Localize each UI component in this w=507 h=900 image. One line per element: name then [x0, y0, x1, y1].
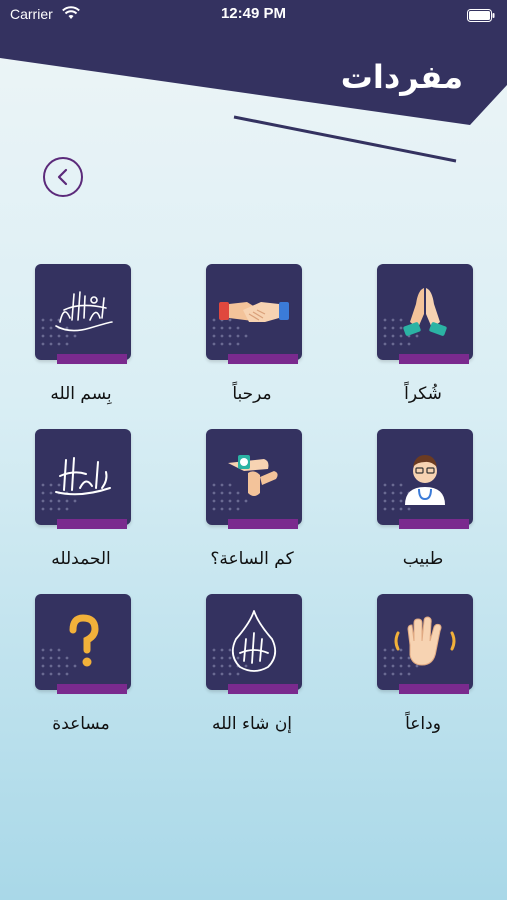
inshallah-calligraphy-icon: [206, 604, 302, 680]
tile-label: كم الساعة؟: [210, 549, 294, 569]
alhamdulillah-calligraphy-icon: [35, 439, 131, 515]
chevron-left-icon: [57, 168, 68, 186]
status-bar: Carrier 12:49 PM: [0, 0, 507, 30]
question-mark-icon: [35, 604, 131, 680]
back-button[interactable]: [43, 157, 83, 197]
tile-label: الحمدلله: [51, 549, 111, 569]
page-title: مفردات: [340, 58, 463, 96]
handshake-icon: [206, 274, 302, 350]
doctor-icon: [377, 439, 473, 515]
clock: 12:49 PM: [220, 5, 287, 22]
tile-label: بِسم الله: [50, 384, 112, 404]
tile-label: وداعاً: [405, 714, 441, 734]
tile-label: شُكراً: [404, 384, 442, 404]
battery-icon: [467, 7, 495, 26]
waving-hand-icon: [377, 604, 473, 680]
tile-label: إن شاء الله: [211, 714, 293, 734]
wristwatch-icon: [206, 439, 302, 515]
tile-label: طبيب: [402, 549, 444, 569]
tile-label: مرحباً: [232, 384, 272, 404]
praying-hands-icon: [377, 274, 473, 350]
tile-label: مساعدة: [52, 714, 110, 734]
bismillah-calligraphy-icon: [35, 274, 131, 350]
